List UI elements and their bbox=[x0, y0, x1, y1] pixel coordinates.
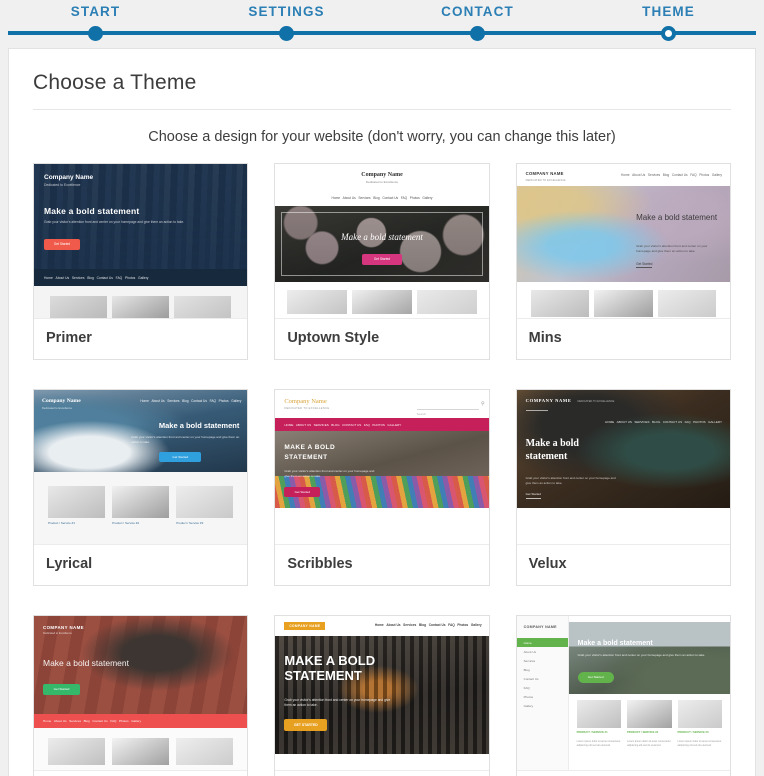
theme-title-escapade: Escapade bbox=[517, 771, 730, 776]
page-title: Choose a Theme bbox=[33, 71, 731, 110]
preview-tagline: Dedicated to Excellence bbox=[42, 405, 73, 410]
wizard-step-start[interactable]: START bbox=[0, 0, 191, 24]
preview-sidebar-item: Contact Us bbox=[523, 676, 539, 681]
preview-headline: Make a bold statement bbox=[43, 658, 129, 668]
theme-grid: Company Name Dedicated to Excellence Mak… bbox=[33, 163, 731, 776]
wizard-step-contact[interactable]: CONTACT bbox=[382, 0, 573, 24]
preview-company-name: COMPANY NAME bbox=[43, 625, 84, 630]
preview-cta-button: Get Started bbox=[284, 487, 321, 497]
theme-title-activation: Activation bbox=[34, 771, 247, 776]
preview-sidebar-item: FAQ bbox=[523, 685, 530, 690]
theme-card-escapade[interactable]: COMPANY NAME Home About Us Services Blog… bbox=[515, 615, 731, 776]
theme-title-stout: Stout bbox=[275, 771, 488, 776]
theme-preview-stout: COMPANY NAME Home About Us Services Blog… bbox=[275, 616, 489, 771]
wizard-dot-settings[interactable] bbox=[279, 25, 294, 41]
preview-company-name: Company Name bbox=[361, 172, 403, 178]
theme-title-primer: Primer bbox=[46, 330, 92, 346]
theme-title-uptown-style: Uptown Style bbox=[287, 330, 380, 346]
preview-company-name: COMPANY NAME bbox=[284, 622, 326, 630]
preview-sidebar-item: About Us bbox=[523, 649, 536, 654]
preview-body: Grab your visitor's attention front and … bbox=[636, 244, 708, 253]
theme-title-lyrical: Lyrical bbox=[46, 556, 93, 572]
wizard-step-labels: START SETTINGS CONTACT THEME bbox=[0, 0, 764, 24]
preview-headline: Make a bold statement bbox=[525, 438, 579, 462]
preview-headline: MAKE A BOLD STATEMENT bbox=[284, 444, 336, 461]
preview-sidebar-item: Home bbox=[516, 638, 568, 647]
content-panel: Choose a Theme Choose a design for your … bbox=[8, 48, 756, 776]
theme-card-lyrical[interactable]: Company Name Dedicated to Excellence Hom… bbox=[33, 389, 249, 586]
theme-card-velux[interactable]: COMPANY NAME DEDICATED TO EXCELLENCE HOM… bbox=[515, 389, 731, 586]
theme-card-mins[interactable]: COMPANY NAME DEDICATED TO EXCELLENCE Hom… bbox=[515, 163, 731, 360]
preview-tile-label: PRODUCT / SERVICE #3 bbox=[677, 731, 709, 734]
wizard-dot-start[interactable] bbox=[88, 25, 103, 41]
preview-tagline: Dedicated to Excellence bbox=[44, 183, 81, 187]
wizard-progress: START SETTINGS CONTACT THEME bbox=[0, 0, 764, 46]
preview-company-name: COMPANY NAME bbox=[525, 171, 564, 176]
theme-card-stout[interactable]: COMPANY NAME Home About Us Services Blog… bbox=[274, 615, 490, 776]
preview-tile-label: Product / Service #1 bbox=[48, 521, 76, 525]
preview-tile-label: PRODUCT / SERVICE #1 bbox=[576, 731, 608, 734]
theme-preview-uptown-style: Company Name Dedicated to Excellence Hom… bbox=[275, 164, 489, 319]
wizard-step-theme[interactable]: THEME bbox=[573, 0, 764, 24]
wizard-dot-contact[interactable] bbox=[470, 25, 485, 41]
preview-cta-button: Get Started bbox=[361, 254, 402, 265]
preview-sidebar-item: Gallery bbox=[523, 703, 534, 708]
theme-preview-lyrical: Company Name Dedicated to Excellence Hom… bbox=[34, 390, 248, 545]
preview-body: Grab your visitor's attention front and … bbox=[131, 435, 240, 444]
page-subtitle: Choose a design for your website (don't … bbox=[148, 129, 616, 145]
preview-body: Grab your visitor's attention front and … bbox=[525, 476, 616, 485]
preview-tagline: Dedicated to Excellence bbox=[365, 180, 399, 184]
wizard-step-dots bbox=[0, 24, 764, 42]
preview-cta-button: Get Started bbox=[44, 239, 80, 250]
preview-body: Grab your visitor's attention front and … bbox=[44, 220, 185, 224]
preview-tagline: DEDICATED TO EXCELLENCE bbox=[577, 400, 615, 403]
preview-company-name: COMPANY NAME bbox=[525, 398, 572, 403]
preview-tagline: DEDICATED TO EXCELLENCE bbox=[525, 177, 566, 182]
preview-company-name: Company Name bbox=[284, 398, 327, 405]
wizard-dot-theme[interactable] bbox=[661, 25, 676, 41]
theme-card-scribbles[interactable]: Company Name DEDICATED TO EXCELLENCE Sea… bbox=[274, 389, 490, 586]
preview-tagline: DEDICATED TO EXCELLENCE bbox=[284, 407, 330, 410]
theme-preview-velux: COMPANY NAME DEDICATED TO EXCELLENCE HOM… bbox=[516, 390, 730, 545]
preview-tile-label: Product / Service #3 bbox=[176, 521, 204, 525]
preview-cta-button: Get Started bbox=[577, 672, 614, 683]
preview-cta-button: Get Started bbox=[159, 452, 202, 462]
theme-card-primer[interactable]: Company Name Dedicated to Excellence Mak… bbox=[33, 163, 249, 360]
preview-headline: Make a bold statement bbox=[636, 213, 718, 222]
preview-cta-button: GET STARTED bbox=[284, 719, 328, 731]
theme-preview-primer: Company Name Dedicated to Excellence Mak… bbox=[34, 164, 248, 319]
preview-tile-label: Product / Service #2 bbox=[112, 521, 140, 525]
preview-search-input: Search bbox=[416, 402, 479, 416]
preview-tagline: Dedicated to Excellence bbox=[43, 631, 72, 635]
preview-cta-button: Get Started bbox=[636, 262, 653, 268]
preview-cta-button: Get Started bbox=[525, 492, 541, 499]
preview-headline: MAKE A BOLD STATEMENT bbox=[284, 653, 376, 683]
theme-preview-escapade: COMPANY NAME Home About Us Services Blog… bbox=[516, 616, 730, 771]
wizard-step-settings[interactable]: SETTINGS bbox=[191, 0, 382, 24]
preview-body: Grab your visitor's attention front and … bbox=[284, 698, 391, 708]
theme-card-activation[interactable]: COMPANY NAME Dedicated to Excellence Mak… bbox=[33, 615, 249, 776]
preview-company-name: COMPANY NAME bbox=[523, 625, 557, 629]
theme-title-mins: Mins bbox=[528, 330, 562, 346]
theme-preview-scribbles: Company Name DEDICATED TO EXCELLENCE Sea… bbox=[275, 390, 489, 545]
search-icon: ⚲ bbox=[480, 401, 485, 407]
preview-body: Grab your visitor's attention front and … bbox=[284, 469, 375, 478]
preview-sidebar-item: Blog bbox=[523, 667, 530, 672]
preview-tile-label: PRODUCT / SERVICE #2 bbox=[627, 731, 659, 734]
theme-card-uptown-style[interactable]: Company Name Dedicated to Excellence Hom… bbox=[274, 163, 490, 360]
theme-title-velux: Velux bbox=[528, 556, 567, 572]
preview-sidebar-item: Photos bbox=[523, 694, 533, 699]
theme-preview-activation: COMPANY NAME Dedicated to Excellence Mak… bbox=[34, 616, 248, 771]
preview-company-name: Company Name bbox=[42, 398, 81, 404]
preview-sidebar-item: Services bbox=[523, 658, 536, 663]
preview-headline: Make a bold statement bbox=[44, 206, 140, 216]
theme-title-scribbles: Scribbles bbox=[287, 556, 353, 572]
preview-body: Grab your visitor's attention front and … bbox=[577, 653, 706, 657]
preview-headline: Make a bold statement bbox=[158, 421, 240, 430]
preview-headline: Make a bold statement bbox=[341, 232, 423, 242]
theme-preview-mins: COMPANY NAME DEDICATED TO EXCELLENCE Hom… bbox=[516, 164, 730, 319]
preview-headline: Make a bold statement bbox=[577, 640, 653, 647]
preview-company-name: Company Name bbox=[44, 174, 94, 181]
preview-cta-button: Get Started bbox=[43, 684, 80, 695]
